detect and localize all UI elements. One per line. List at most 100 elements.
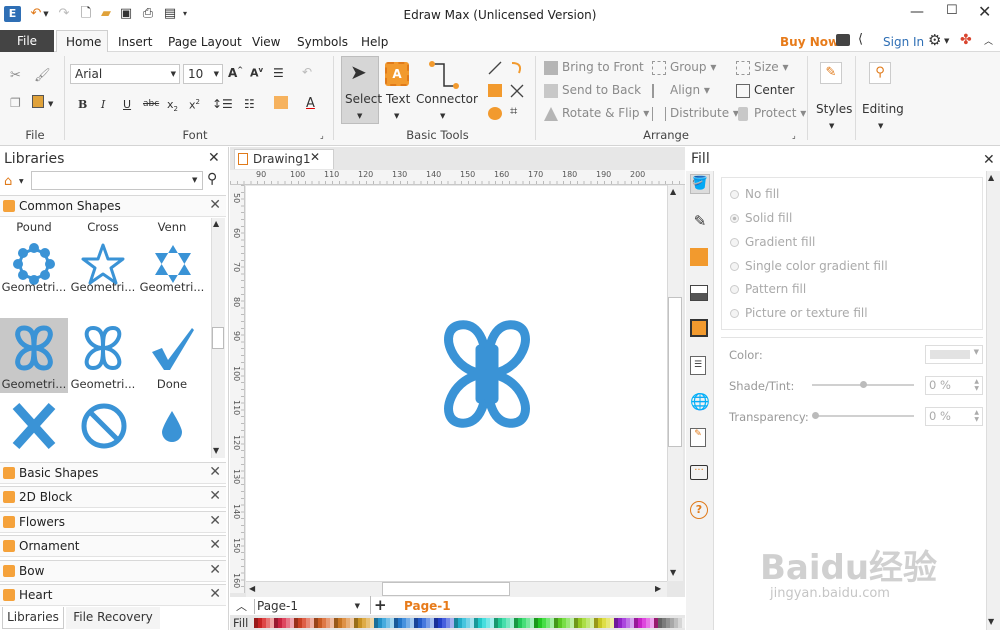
shape-pound[interactable]: Pound Geometri... — [0, 218, 68, 296]
grow-font-icon[interactable]: A^ — [228, 66, 243, 80]
align-text-icon[interactable]: ☰ — [273, 66, 284, 80]
search-icon[interactable]: ⚲ — [207, 171, 217, 187]
transparency-slider[interactable] — [815, 415, 914, 417]
sign-in-link[interactable]: Sign In — [883, 33, 924, 52]
solid-fill-option[interactable]: Solid fill — [730, 211, 792, 225]
scroll-down-icon[interactable]: ▼ — [988, 617, 994, 626]
libraries-bottom-tab[interactable]: Libraries — [2, 607, 64, 629]
comment-icon[interactable]: ··· — [690, 465, 708, 480]
file-recovery-bottom-tab[interactable]: File Recovery — [66, 607, 160, 629]
prohibited-shape-icon[interactable] — [80, 402, 128, 450]
fill-bucket-icon[interactable]: 🪣 — [690, 174, 710, 194]
font-dialog-launcher-icon[interactable]: ⌟ — [320, 131, 324, 140]
format-painter-icon[interactable]: ✂ — [10, 68, 21, 83]
close-section-icon[interactable]: ✕ — [209, 537, 221, 553]
undo-dropdown-icon[interactable]: ▼ — [42, 6, 50, 22]
distribute-button[interactable]: Distribute ▾ — [670, 106, 739, 120]
shape-quatrefoil-outline[interactable]: Geometri... — [69, 318, 137, 393]
transparency-input[interactable]: 0 % ▲ ▼ — [925, 407, 983, 426]
protect-button[interactable]: Protect ▾ — [754, 106, 806, 120]
customize-dropdown-icon[interactable]: ▾ — [180, 6, 190, 22]
close-section-icon[interactable]: ✕ — [209, 513, 221, 529]
share-icon[interactable]: ⟨ — [858, 32, 863, 47]
library-section[interactable]: Basic Shapes ✕ — [0, 462, 226, 484]
arrange-dialog-launcher-icon[interactable]: ⌟ — [792, 131, 796, 140]
italic-icon[interactable]: I — [101, 98, 105, 111]
scroll-down-icon[interactable]: ▼ — [670, 568, 676, 577]
font-name-select[interactable]: Arial ▼ — [70, 64, 180, 84]
cart-icon[interactable] — [836, 34, 850, 46]
file-menu-button[interactable]: File — [0, 30, 54, 52]
bullets-icon[interactable]: ☷ — [244, 97, 255, 111]
library-search-input[interactable] — [31, 171, 203, 190]
ellipse-tool-icon[interactable] — [488, 107, 502, 120]
rotate-flip-button[interactable]: Rotate & Flip ▾ — [562, 106, 649, 120]
scroll-right-icon[interactable]: ▶ — [655, 584, 661, 593]
highlight-color-icon[interactable] — [274, 96, 288, 109]
line-tool-icon[interactable] — [487, 60, 503, 76]
library-section[interactable]: Flowers ✕ — [0, 511, 226, 533]
edraw-apps-icon[interactable]: ✤ — [960, 32, 972, 48]
text-dropdown-icon[interactable]: ▼ — [394, 112, 399, 120]
picture-texture-fill-option[interactable]: Picture or texture fill — [730, 306, 868, 320]
tab-insert[interactable]: Insert — [118, 33, 152, 52]
no-fill-option[interactable]: No fill — [730, 187, 779, 201]
library-section[interactable]: Bow ✕ — [0, 560, 226, 582]
group-button[interactable]: Group ▾ — [670, 60, 716, 74]
shape-venn[interactable]: Venn Geometri... — [138, 218, 206, 296]
open-folder-icon[interactable]: ▰ — [98, 6, 114, 22]
note-icon[interactable]: ✎ — [690, 428, 706, 447]
connector-dropdown-icon[interactable]: ▼ — [440, 112, 445, 120]
send-back-button[interactable]: Send to Back — [562, 83, 641, 97]
brush-icon[interactable]: 🖌 — [34, 68, 51, 83]
layers-icon[interactable] — [690, 319, 708, 337]
page-bar-collapse-icon[interactable]: ︿ — [236, 598, 247, 614]
superscript-icon[interactable]: x2 — [189, 98, 200, 112]
color-palette[interactable] — [254, 618, 685, 628]
tab-home-label[interactable]: Home — [66, 33, 101, 52]
subscript-icon[interactable]: x2 — [167, 98, 178, 113]
shade-tint-slider-thumb[interactable] — [860, 381, 867, 388]
library-section[interactable]: Heart ✕ — [0, 584, 226, 606]
connector-tool-icon[interactable] — [428, 60, 460, 90]
canvas-vertical-thumb[interactable] — [668, 297, 682, 447]
arc-tool-icon[interactable] — [509, 60, 525, 76]
shape-done[interactable]: Done — [138, 318, 206, 393]
paste-icon[interactable] — [32, 95, 44, 108]
spinner-icon[interactable]: ▲ ▼ — [974, 378, 979, 392]
underline-icon[interactable]: U — [123, 98, 131, 111]
close-section-icon[interactable]: ✕ — [209, 562, 221, 578]
fill-scrollbar[interactable] — [986, 171, 1000, 630]
strikethrough-icon[interactable]: abc — [143, 99, 159, 109]
line-style-icon[interactable]: ✎ — [690, 212, 710, 232]
home-library-icon[interactable]: ⌂ — [4, 174, 12, 189]
gradient-fill-option[interactable]: Gradient fill — [730, 235, 815, 249]
shade-tint-input[interactable]: 0 % ▲ ▼ — [925, 376, 983, 395]
tab-view[interactable]: View — [252, 33, 280, 52]
library-scroll-thumb[interactable] — [212, 327, 224, 349]
minimize-button[interactable]: — — [910, 4, 924, 20]
redo-icon[interactable]: ↷ — [56, 6, 72, 22]
export-icon[interactable]: ▤ — [162, 6, 178, 22]
page-select[interactable]: Page-1 ▼ — [254, 599, 362, 614]
line-spacing-icon[interactable]: ↕☰ — [212, 97, 233, 111]
settings-dropdown-icon[interactable]: ▼ — [944, 37, 949, 45]
canvas-quatrefoil-shape[interactable] — [432, 319, 542, 429]
scroll-left-icon[interactable]: ◀ — [249, 584, 255, 593]
pattern-fill-option[interactable]: Pattern fill — [730, 282, 806, 296]
library-section-common-shapes[interactable]: Common Shapes ✕ — [0, 195, 226, 217]
connector-tool-label[interactable]: Connector — [416, 92, 478, 106]
close-fill-panel-icon[interactable]: ✕ — [983, 152, 995, 168]
paste-dropdown-icon[interactable]: ▼ — [48, 100, 53, 108]
library-section[interactable]: Ornament ✕ — [0, 535, 226, 557]
single-color-gradient-option[interactable]: Single color gradient fill — [730, 259, 888, 273]
crop-tool-icon[interactable]: ⌗ — [510, 104, 517, 119]
page-tab-active[interactable]: Page-1 — [404, 599, 451, 613]
close-libraries-icon[interactable]: ✕ — [208, 150, 220, 166]
save-icon[interactable]: ▣ — [118, 6, 134, 22]
close-section-icon[interactable]: ✕ — [209, 586, 221, 602]
text-tool-label[interactable]: Text — [386, 92, 410, 106]
print-icon[interactable]: ⎙ — [140, 6, 156, 22]
shrink-font-icon[interactable]: Av — [250, 66, 263, 80]
image-icon[interactable] — [690, 285, 708, 301]
